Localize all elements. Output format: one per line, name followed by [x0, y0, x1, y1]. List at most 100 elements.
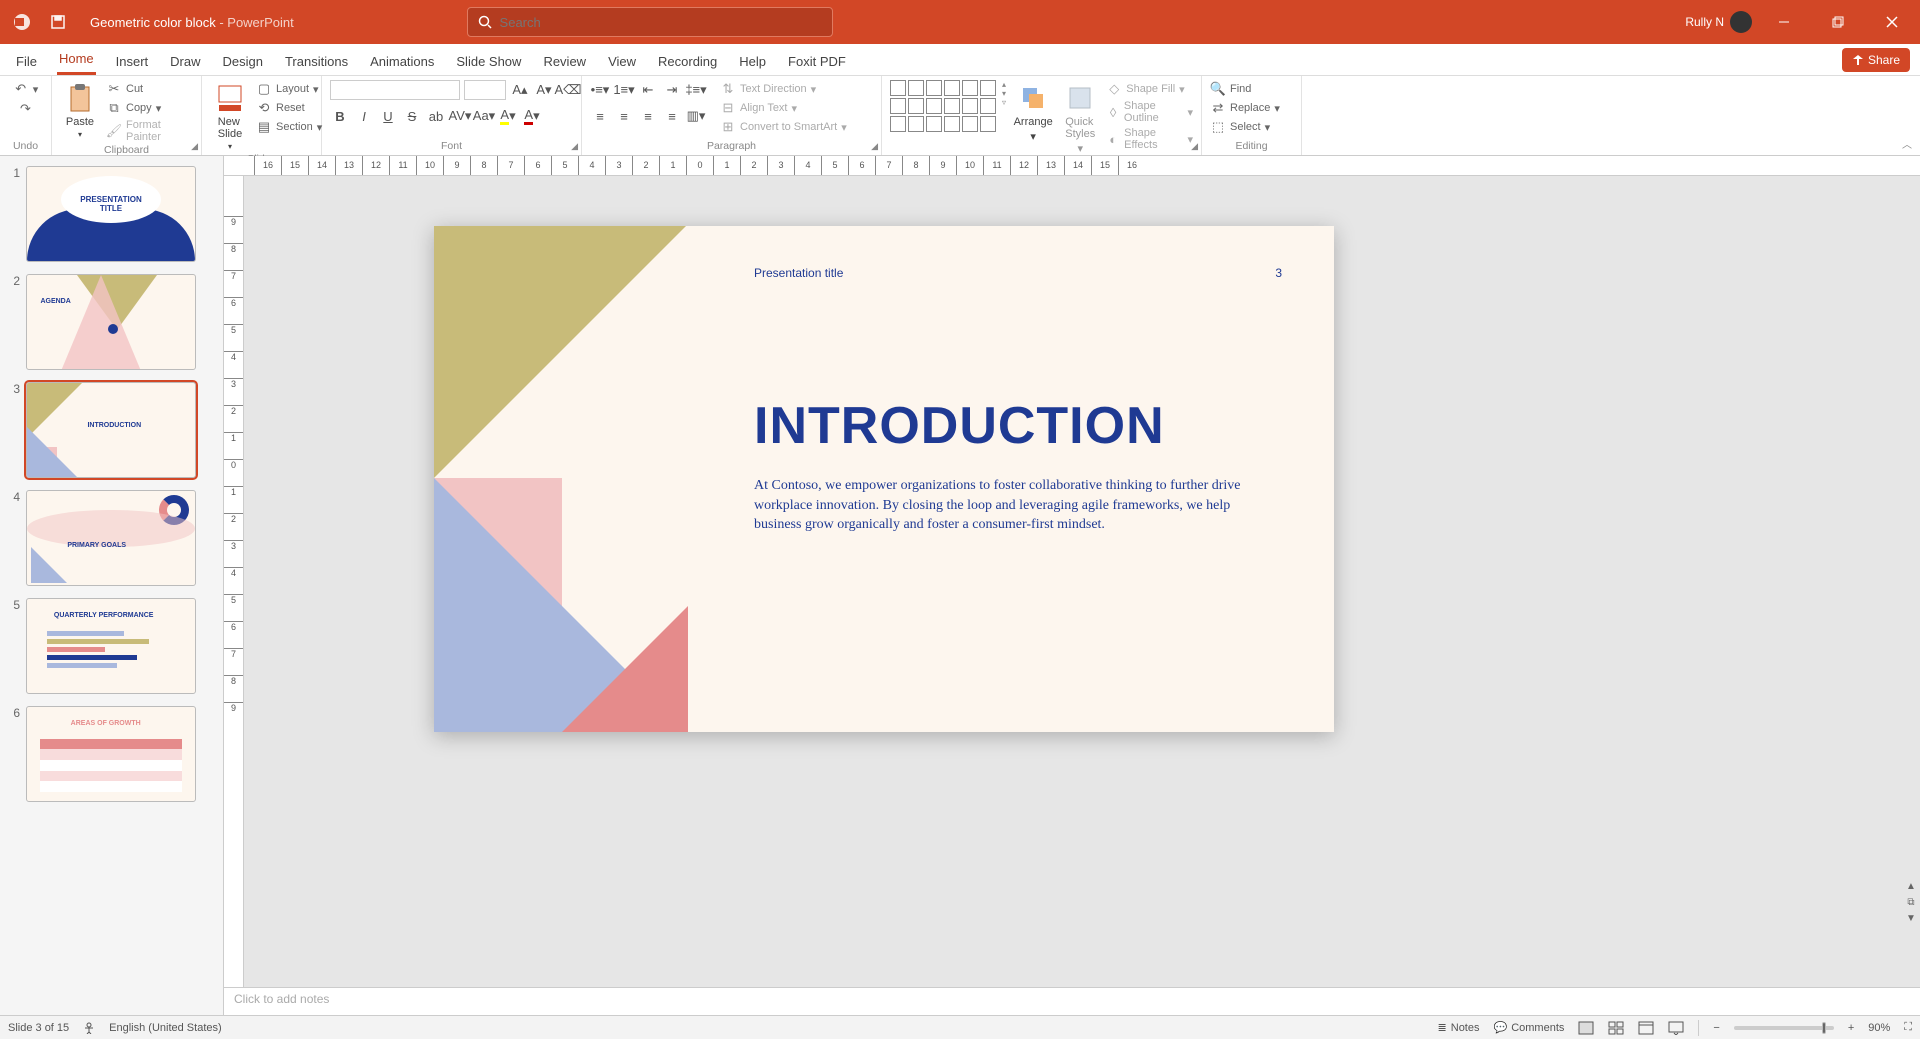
tab-slide-show[interactable]: Slide Show — [454, 48, 523, 75]
share-button[interactable]: Share — [1842, 48, 1910, 72]
slide-body-text[interactable]: At Contoso, we empower organizations to … — [754, 476, 1254, 535]
slide-canvas[interactable]: Presentation title 3 INTRODUCTION At Con… — [244, 176, 1920, 987]
redo-button[interactable]: ↷ — [18, 100, 34, 118]
increase-indent-button[interactable]: ⇥ — [662, 80, 682, 100]
collapse-ribbon-button[interactable]: ︿ — [1902, 136, 1912, 151]
bullets-button[interactable]: •≡▾ — [590, 80, 610, 100]
thumbnail-slide-4[interactable]: 4PRIMARY GOALS — [6, 490, 215, 586]
thumbnail-slide-2[interactable]: 2AGENDA — [6, 274, 215, 370]
restore-button[interactable] — [1816, 0, 1860, 44]
search-input[interactable] — [500, 15, 822, 30]
shapes-gallery[interactable] — [890, 80, 996, 132]
font-name-combo[interactable] — [330, 80, 460, 100]
tab-home[interactable]: Home — [57, 45, 96, 75]
fit-to-window-button[interactable]: ⛶ — [1904, 1021, 1912, 1034]
sorter-view-button[interactable] — [1608, 1021, 1624, 1035]
shadow-button[interactable]: ab — [426, 106, 446, 126]
text-direction-button[interactable]: ⇅Text Direction ▾ — [720, 80, 847, 98]
current-slide[interactable]: Presentation title 3 INTRODUCTION At Con… — [434, 226, 1334, 732]
paste-button[interactable]: Paste▾ — [60, 80, 100, 141]
tab-transitions[interactable]: Transitions — [283, 48, 350, 75]
increase-font-button[interactable]: A▴ — [510, 80, 530, 100]
arrange-button[interactable]: Arrange▾ — [1012, 80, 1054, 145]
char-spacing-button[interactable]: AV▾ — [450, 106, 470, 126]
underline-button[interactable]: U — [378, 106, 398, 126]
slide-nav-buttons[interactable]: ▲⧉▼ — [1904, 881, 1918, 927]
quick-styles-button[interactable]: Quick Styles▾ — [1060, 80, 1100, 157]
font-color-button[interactable]: A▾ — [522, 106, 542, 126]
select-button[interactable]: ⬚Select ▾ — [1210, 118, 1280, 136]
search-box[interactable] — [467, 7, 833, 37]
tab-review[interactable]: Review — [541, 48, 588, 75]
slide-title[interactable]: INTRODUCTION — [754, 396, 1165, 456]
new-slide-button[interactable]: New Slide▾ — [210, 80, 250, 153]
slide-counter[interactable]: Slide 3 of 15 — [8, 1022, 69, 1034]
shapes-more[interactable]: ▴▾▿ — [1002, 80, 1006, 107]
save-button[interactable] — [46, 10, 70, 34]
account-button[interactable]: Rully N — [1685, 11, 1752, 33]
tab-view[interactable]: View — [606, 48, 638, 75]
tab-help[interactable]: Help — [737, 48, 768, 75]
justify-button[interactable]: ≡ — [662, 106, 682, 126]
bold-button[interactable]: B — [330, 106, 350, 126]
strike-button[interactable]: S — [402, 106, 422, 126]
shape-fill-button[interactable]: ◇Shape Fill ▾ — [1106, 80, 1193, 98]
normal-view-button[interactable] — [1578, 1021, 1594, 1035]
decrease-font-button[interactable]: A▾ — [534, 80, 554, 100]
vertical-ruler[interactable]: 9876543210123456789 — [224, 176, 244, 987]
comments-toggle[interactable]: 💬 Comments — [1494, 1021, 1565, 1034]
drawing-dialog-launcher[interactable]: ◢ — [1191, 141, 1198, 152]
clipboard-dialog-launcher[interactable]: ◢ — [191, 141, 198, 152]
font-dialog-launcher[interactable]: ◢ — [571, 141, 578, 152]
thumbnail-slide-1[interactable]: 1PRESENTATIONTITLE — [6, 166, 215, 262]
reset-button[interactable]: ⟲Reset — [256, 99, 322, 117]
section-button[interactable]: ▤Section ▾ — [256, 118, 322, 136]
font-size-combo[interactable] — [464, 80, 506, 100]
slideshow-view-button[interactable] — [1668, 1021, 1684, 1035]
tab-recording[interactable]: Recording — [656, 48, 719, 75]
convert-smartart-button[interactable]: ⊞Convert to SmartArt ▾ — [720, 118, 847, 136]
zoom-level[interactable]: 90% — [1868, 1022, 1890, 1034]
tab-draw[interactable]: Draw — [168, 48, 202, 75]
zoom-in-button[interactable]: + — [1848, 1022, 1854, 1034]
notes-toggle[interactable]: ≣ Notes — [1438, 1021, 1480, 1034]
tab-insert[interactable]: Insert — [114, 48, 151, 75]
numbering-button[interactable]: 1≡▾ — [614, 80, 634, 100]
undo-button[interactable]: ↶▾ — [13, 80, 39, 98]
horizontal-ruler[interactable]: 1615141312111098765432101234567891011121… — [224, 156, 1920, 176]
shape-outline-button[interactable]: ◊Shape Outline ▾ — [1106, 99, 1193, 125]
paragraph-dialog-launcher[interactable]: ◢ — [871, 141, 878, 152]
layout-button[interactable]: ▢Layout ▾ — [256, 80, 322, 98]
notes-pane[interactable]: Click to add notes — [224, 987, 1920, 1015]
accessibility-button[interactable] — [83, 1022, 95, 1034]
clear-formatting-button[interactable]: A⌫ — [558, 80, 578, 100]
align-text-button[interactable]: ⊟Align Text ▾ — [720, 99, 847, 117]
minimize-button[interactable] — [1762, 0, 1806, 44]
align-right-button[interactable]: ≡ — [638, 106, 658, 126]
shape-effects-button[interactable]: ◐Shape Effects ▾ — [1106, 126, 1193, 152]
slide-header[interactable]: Presentation title — [754, 266, 843, 280]
tab-file[interactable]: File — [14, 48, 39, 75]
align-left-button[interactable]: ≡ — [590, 106, 610, 126]
language-button[interactable]: English (United States) — [109, 1022, 222, 1034]
format-painter-button[interactable]: 🖌Format Painter — [106, 118, 193, 144]
columns-button[interactable]: ▥▾ — [686, 106, 706, 126]
replace-button[interactable]: ⇄Replace ▾ — [1210, 99, 1280, 117]
zoom-slider[interactable] — [1734, 1026, 1834, 1030]
highlight-button[interactable]: A▾ — [498, 106, 518, 126]
line-spacing-button[interactable]: ‡≡▾ — [686, 80, 706, 100]
cut-button[interactable]: ✂Cut — [106, 80, 193, 98]
italic-button[interactable]: I — [354, 106, 374, 126]
copy-button[interactable]: ⧉Copy ▾ — [106, 99, 193, 117]
thumbnail-slide-6[interactable]: 6AREAS OF GROWTH — [6, 706, 215, 802]
reading-view-button[interactable] — [1638, 1021, 1654, 1035]
change-case-button[interactable]: Aa▾ — [474, 106, 494, 126]
decrease-indent-button[interactable]: ⇤ — [638, 80, 658, 100]
tab-foxit-pdf[interactable]: Foxit PDF — [786, 48, 848, 75]
close-button[interactable] — [1870, 0, 1914, 44]
thumbnail-slide-3[interactable]: 3INTRODUCTION — [6, 382, 215, 478]
slide-thumbnails-pane[interactable]: 1PRESENTATIONTITLE 2AGENDA 3INTRODUCTION 4P… — [0, 156, 224, 1015]
tab-animations[interactable]: Animations — [368, 48, 436, 75]
tab-design[interactable]: Design — [221, 48, 265, 75]
zoom-out-button[interactable]: − — [1713, 1022, 1719, 1034]
